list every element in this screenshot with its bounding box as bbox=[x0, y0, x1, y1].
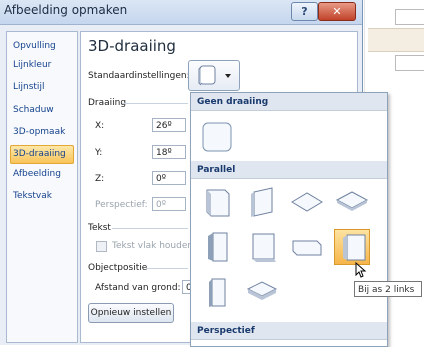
z-rotation-field[interactable]: 0º bbox=[152, 171, 186, 185]
keep-text-flat-checkbox[interactable] bbox=[96, 241, 107, 252]
z-label: Z: bbox=[95, 174, 105, 184]
preset-preview-icon bbox=[198, 65, 231, 86]
category-list: Opvulling Lijnkleur Lijnstijl Schaduw 3D… bbox=[6, 31, 78, 343]
preset-parallel-8-selected[interactable] bbox=[334, 229, 370, 265]
y-rotation-field[interactable]: 18º bbox=[152, 145, 186, 159]
gallery-section-parallel: Parallel bbox=[191, 161, 387, 179]
close-button[interactable]: ✕ bbox=[318, 2, 356, 21]
section-divider bbox=[122, 103, 188, 104]
rotated-square-icon bbox=[246, 281, 278, 300]
perspective-label: Perspectief: bbox=[95, 200, 148, 210]
nav-item-afbeelding[interactable]: Afbeelding bbox=[13, 169, 61, 179]
rotated-square-icon bbox=[335, 191, 369, 211]
mouse-cursor-icon bbox=[355, 262, 367, 278]
app-cell bbox=[395, 55, 424, 71]
dialog-title: Afbeelding opmaken bbox=[4, 3, 128, 17]
preset-parallel-10[interactable] bbox=[244, 274, 280, 310]
gallery-section-no-rotation: Geen draaiing bbox=[191, 93, 387, 111]
preset-dropdown[interactable] bbox=[188, 60, 240, 91]
preset-parallel-1[interactable] bbox=[199, 184, 235, 220]
section-divider bbox=[146, 268, 188, 269]
reset-button[interactable]: Opnieuw instellen bbox=[88, 303, 174, 323]
object-position-section-title: Objectpositie bbox=[88, 263, 148, 273]
preset-parallel-5[interactable] bbox=[199, 229, 235, 265]
perspective-field[interactable]: 0º bbox=[152, 197, 186, 211]
nav-item-lijnkleur[interactable]: Lijnkleur bbox=[13, 60, 51, 70]
rotated-square-icon bbox=[252, 233, 276, 262]
y-label: Y: bbox=[95, 148, 103, 158]
preset-parallel-6[interactable] bbox=[244, 229, 280, 265]
preset-no-rotation[interactable] bbox=[199, 119, 235, 155]
rotated-square-icon bbox=[209, 278, 226, 307]
preset-parallel-7[interactable] bbox=[289, 229, 325, 265]
x-rotation-field[interactable]: 26º bbox=[152, 118, 186, 132]
rotated-square-icon bbox=[292, 240, 322, 256]
x-label: X: bbox=[95, 121, 105, 131]
rotated-square-icon bbox=[251, 187, 273, 217]
preset-parallel-4[interactable] bbox=[334, 184, 370, 220]
app-ribbon-strip bbox=[368, 28, 424, 52]
preset-label: Standaardinstellingen: bbox=[88, 71, 190, 81]
nav-item-3d-draaiing[interactable]: 3D-draaiing bbox=[13, 149, 66, 159]
preset-parallel-9[interactable] bbox=[199, 274, 235, 310]
rotated-square-icon bbox=[206, 189, 230, 217]
nav-item-3d-opmaak[interactable]: 3D-opmaak bbox=[13, 127, 65, 137]
gallery-section-perspective: Perspectief bbox=[191, 322, 387, 340]
nav-item-lijnstijl[interactable]: Lijnstijl bbox=[13, 82, 44, 92]
section-divider bbox=[112, 228, 188, 229]
preset-gallery: Geen draaiing Parallel Perspectief bbox=[190, 92, 388, 347]
preset-parallel-3[interactable] bbox=[289, 184, 325, 220]
tooltip: Bij as 2 links bbox=[354, 281, 422, 297]
nav-item-tekstvak[interactable]: Tekstvak bbox=[13, 191, 52, 201]
flat-square-icon bbox=[202, 122, 232, 152]
nav-item-schaduw[interactable]: Schaduw bbox=[13, 105, 54, 115]
preset-parallel-2[interactable] bbox=[244, 184, 280, 220]
page-title: 3D-draaiing bbox=[88, 37, 176, 55]
rotated-square-icon bbox=[208, 232, 228, 262]
distance-label: Afstand van grond: bbox=[95, 283, 181, 293]
chevron-down-icon bbox=[225, 74, 231, 78]
app-cell bbox=[395, 9, 424, 25]
nav-item-opvulling[interactable]: Opvulling bbox=[13, 41, 56, 51]
help-button[interactable]: ? bbox=[291, 2, 318, 21]
rotated-square-icon bbox=[343, 234, 366, 261]
text-section-title: Tekst bbox=[88, 223, 111, 233]
rotation-section-title: Draaiing bbox=[88, 98, 127, 108]
rotated-square-icon bbox=[291, 192, 323, 212]
keep-text-flat-label: Tekst vlak houden bbox=[112, 241, 194, 251]
